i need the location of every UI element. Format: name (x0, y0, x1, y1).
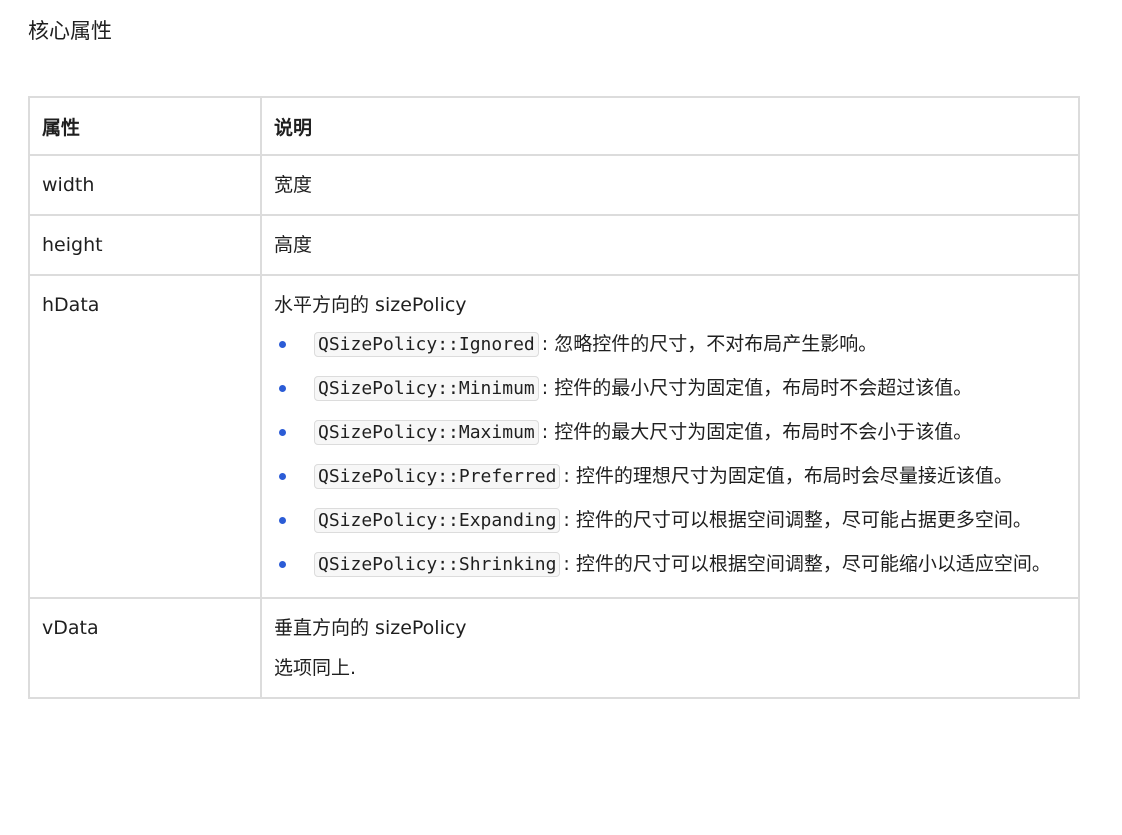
property-description: 垂直方向的 sizePolicy (274, 617, 467, 639)
list-item: QSizePolicy::Minimum: 控件的最小尺寸为固定值，布局时不会超… (274, 372, 1066, 405)
option-list: QSizePolicy::Ignored: 忽略控件的尺寸，不对布局产生影响。 … (274, 328, 1066, 581)
table-header-row: 属性 说明 (28, 96, 1080, 156)
option-code: QSizePolicy::Expanding (314, 508, 561, 533)
property-name: height (28, 214, 262, 276)
bullet-icon (279, 429, 286, 436)
property-description: 水平方向的 sizePolicy (274, 294, 467, 316)
table-row: width 宽度 (28, 154, 1080, 216)
page-title: 核心属性 (28, 19, 112, 43)
option-code: QSizePolicy::Minimum (314, 376, 539, 401)
property-name: width (28, 154, 262, 216)
option-text: : 控件的尺寸可以根据空间调整，尽可能缩小以适应空间。 (563, 553, 1051, 575)
list-item: QSizePolicy::Ignored: 忽略控件的尺寸，不对布局产生影响。 (274, 328, 1066, 361)
table-row: hData 水平方向的 sizePolicy QSizePolicy::Igno… (28, 274, 1080, 599)
bullet-icon (279, 341, 286, 348)
list-item: QSizePolicy::Preferred: 控件的理想尺寸为固定值，布局时会… (274, 460, 1066, 493)
property-name: vData (28, 597, 262, 699)
option-code: QSizePolicy::Shrinking (314, 552, 561, 577)
property-note: 选项同上. (274, 657, 357, 679)
bullet-icon (279, 561, 286, 568)
property-description-cell: 水平方向的 sizePolicy QSizePolicy::Ignored: 忽… (260, 274, 1080, 599)
option-text: : 控件的尺寸可以根据空间调整，尽可能占据更多空间。 (563, 509, 1032, 531)
list-item: QSizePolicy::Maximum: 控件的最大尺寸为固定值，布局时不会小… (274, 416, 1066, 449)
table-row: height 高度 (28, 214, 1080, 276)
list-item: QSizePolicy::Shrinking: 控件的尺寸可以根据空间调整，尽可… (274, 548, 1066, 581)
property-name: hData (28, 274, 262, 599)
option-text: : 控件的理想尺寸为固定值，布局时会尽量接近该值。 (563, 465, 1013, 487)
property-description-cell: 垂直方向的 sizePolicy 选项同上. (260, 597, 1080, 699)
option-text: : 控件的最大尺寸为固定值，布局时不会小于该值。 (541, 421, 973, 443)
list-item: QSizePolicy::Expanding: 控件的尺寸可以根据空间调整，尽可… (274, 504, 1066, 537)
property-description: 高度 (260, 214, 1080, 276)
option-code: QSizePolicy::Preferred (314, 464, 561, 489)
properties-table: 属性 说明 width 宽度 height 高度 hData 水平方向的 siz… (28, 96, 1080, 699)
bullet-icon (279, 385, 286, 392)
option-code: QSizePolicy::Maximum (314, 420, 539, 445)
bullet-icon (279, 517, 286, 524)
option-text: : 忽略控件的尺寸，不对布局产生影响。 (541, 333, 878, 355)
option-text: : 控件的最小尺寸为固定值，布局时不会超过该值。 (541, 377, 973, 399)
table-row: vData 垂直方向的 sizePolicy 选项同上. (28, 597, 1080, 699)
property-description: 宽度 (260, 154, 1080, 216)
header-description: 说明 (260, 96, 1080, 156)
header-property: 属性 (28, 96, 262, 156)
option-code: QSizePolicy::Ignored (314, 332, 539, 357)
bullet-icon (279, 473, 286, 480)
